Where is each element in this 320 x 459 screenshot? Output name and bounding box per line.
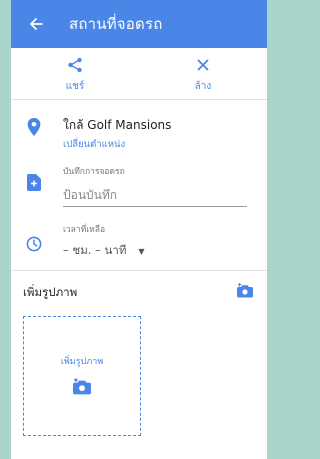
- dropdown-caret-icon: ▼: [138, 246, 145, 256]
- add-photo-icon[interactable]: [237, 283, 253, 302]
- photos-title: เพิ่มรูปภาพ: [23, 284, 78, 299]
- location-pin-icon: [23, 116, 45, 136]
- action-row: แชร์ ล้าง: [11, 48, 267, 100]
- time-left-value: – ชม. – นาที: [63, 243, 127, 257]
- location-name: ใกล้ Golf Mansions: [63, 118, 172, 132]
- clock-icon: [23, 222, 45, 252]
- page-title: สถานที่จอดรถ: [69, 15, 163, 33]
- time-left-dropdown[interactable]: – ชม. – นาที ▼: [63, 242, 145, 260]
- share-icon: [67, 57, 83, 77]
- clear-label: ล้าง: [194, 81, 212, 92]
- share-button[interactable]: แชร์: [45, 57, 105, 94]
- change-location-link[interactable]: เปลี่ยนตำแหน่ง: [63, 137, 171, 152]
- parking-sheet: สถานที่จอดรถ แชร์ ล้าง ใกล้ Golf Mansion…: [11, 0, 267, 459]
- location-row: ใกล้ Golf Mansions เปลี่ยนตำแหน่ง: [11, 100, 267, 152]
- time-left-label: เวลาที่เหลือ: [63, 225, 106, 235]
- note-field-label: บันทึกการจอดรถ: [63, 167, 125, 177]
- add-photo-dropzone[interactable]: เพิ่มรูปภาพ: [23, 316, 141, 436]
- close-icon: [195, 57, 211, 77]
- add-note-icon: [23, 164, 45, 191]
- note-row: บันทึกการจอดรถ: [11, 152, 267, 214]
- dropzone-label: เพิ่มรูปภาพ: [60, 356, 104, 367]
- clear-button[interactable]: ล้าง: [173, 57, 233, 94]
- photos-header: เพิ่มรูปภาพ: [23, 283, 255, 302]
- add-photo-camera-icon: [73, 377, 91, 399]
- share-label: แชร์: [65, 81, 85, 92]
- back-arrow-icon[interactable]: [25, 13, 47, 35]
- photos-section: เพิ่มรูปภาพ เพิ่มรูปภาพ: [11, 271, 267, 436]
- note-input[interactable]: [63, 182, 247, 207]
- time-left-row: เวลาที่เหลือ – ชม. – นาที ▼: [11, 214, 267, 270]
- app-bar: สถานที่จอดรถ: [11, 0, 267, 48]
